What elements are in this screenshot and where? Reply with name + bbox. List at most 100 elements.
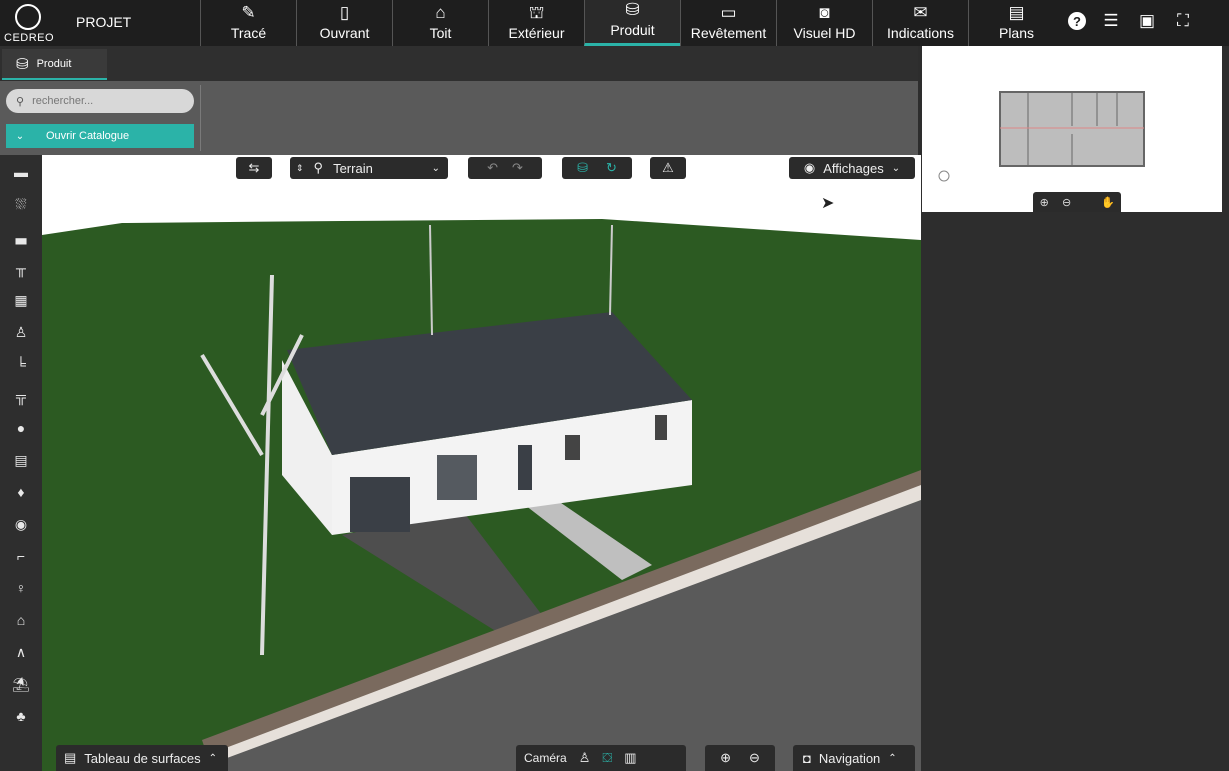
mouse-icon: ◘ [803, 750, 811, 766]
cedreo-logo[interactable]: CEDREO [4, 2, 55, 44]
3d-scene [42, 155, 921, 771]
tab-plans[interactable]: ▤ Plans [968, 0, 1064, 46]
zoom-in-icon[interactable]: ⊕ [1040, 196, 1049, 209]
toilet-icon[interactable]: ♙ [10, 321, 32, 343]
product-view-icon[interactable]: ⛁ [577, 160, 588, 176]
rotate-icon[interactable]: ↻ [606, 160, 617, 176]
office-icon[interactable]: ╦ [10, 385, 32, 407]
tab-label: Plans [998, 25, 1035, 41]
door-icon: ▯ [339, 3, 350, 22]
stairs-icon[interactable]: ⌐ [10, 545, 32, 567]
appliance-icon[interactable]: ▤ [10, 449, 32, 471]
pencil-icon: ✎ [241, 3, 256, 22]
character-icon[interactable]: ♀ [10, 577, 32, 599]
zoom-out-icon[interactable]: ⊖ [749, 750, 760, 766]
subtab-produit[interactable]: ⛁ Produit [2, 49, 107, 80]
tab-revetement[interactable]: ▭ Revêtement [680, 0, 776, 46]
3d-viewport[interactable]: ⇆ ⇕ ⚲ Terrain ⌄ ↶ ↷ ⛁ ↻ ⚠ ◉ Affichages ⌄… [42, 155, 921, 771]
elevation-view-icon[interactable]: ▥ [624, 750, 636, 766]
fullscreen-icon[interactable]: ⛶ [1172, 10, 1194, 32]
tab-label: Revêtement [690, 25, 767, 41]
product-icon: ⛁ [16, 55, 29, 73]
logo-text: CEDREO [4, 32, 55, 44]
search-icon: ⚲ [16, 95, 25, 108]
garden-furniture-icon[interactable]: ⛱ [10, 673, 32, 695]
chevron-down-icon: ⌄ [15, 130, 25, 142]
3d-view-icon[interactable]: ⛋ [602, 750, 612, 766]
paint-roller-icon: ▭ [720, 3, 737, 22]
zoom-in-icon[interactable]: ⊕ [720, 750, 731, 766]
subtab-label: Produit [36, 57, 72, 70]
storage-icon[interactable]: ▦ [10, 289, 32, 311]
chevron-down-icon: ⌄ [431, 162, 440, 174]
sport-icon[interactable]: ● [10, 417, 32, 439]
house-icon[interactable]: ⌂ [10, 609, 32, 631]
tab-trace[interactable]: ✎ Tracé [200, 0, 296, 46]
zoom-out-icon[interactable]: ⊖ [1062, 196, 1071, 209]
open-catalog-button[interactable]: ⌄ Ouvrir Catalogue [6, 124, 194, 148]
tab-label: Produit [610, 22, 655, 38]
chevron-up-icon: ⌃ [888, 752, 897, 764]
bed-icon[interactable]: ╘ [10, 353, 32, 375]
redo-icon[interactable]: ↷ [512, 160, 523, 176]
person-view-icon[interactable]: ♙ [579, 750, 591, 766]
undo-icon[interactable]: ↶ [487, 160, 498, 176]
plans-icon: ▤ [1008, 3, 1025, 22]
tab-label: Indications [887, 25, 954, 41]
tab-exterieur[interactable]: ⛫ Extérieur [488, 0, 584, 46]
divider [200, 85, 201, 151]
app-window: CEDREO PROJET ✎ Tracé ▯ Ouvrant ⌂ Toit ⛫… [0, 0, 1229, 771]
tab-indications[interactable]: ✉ Indications [872, 0, 968, 46]
open-catalog-label: Ouvrir Catalogue [46, 130, 130, 142]
tab-visuel-hd[interactable]: ◙ Visuel HD [776, 0, 872, 46]
search-input[interactable]: ⚲ rechercher... [6, 89, 194, 113]
decoration-icon[interactable]: ◉ [10, 513, 32, 535]
display-dropdown[interactable]: ◉ Affichages ⌄ [789, 157, 915, 179]
terrain-icon: ⚲ [313, 160, 324, 175]
mouse-cursor-icon: ➤ [821, 195, 835, 212]
tab-produit[interactable]: ⛁ Produit [584, 0, 680, 46]
tab-ouvrant[interactable]: ▯ Ouvrant [296, 0, 392, 46]
warning-icon: ⚠ [662, 160, 674, 175]
vegetation-icon[interactable]: ♣ [10, 705, 32, 727]
swap-view-button[interactable]: ⇆ [236, 157, 272, 179]
chevron-down-icon: ⌄ [891, 162, 901, 174]
tab-label: Toit [429, 25, 452, 41]
chevron-up-icon: ⌃ [208, 752, 218, 764]
living-room-icon[interactable]: ▃ [10, 225, 32, 247]
help-icon[interactable]: ? [1068, 12, 1086, 30]
top-bar: CEDREO PROJET ✎ Tracé ▯ Ouvrant ⌂ Toit ⛫… [0, 0, 1229, 46]
navigation-menu[interactable]: ◘ Navigation ⌃ [793, 745, 915, 771]
floor-plan-minimap[interactable]: ⊕ ⊖ ✋ [922, 46, 1222, 212]
bathroom-icon[interactable]: ⛆ [10, 193, 32, 215]
table-icon: ▤ [64, 750, 77, 765]
product-tools: ⛁ ↻ [562, 157, 632, 179]
camera-icon: ◙ [819, 3, 830, 22]
warning-button[interactable]: ⚠ [650, 157, 686, 179]
project-menu[interactable]: PROJET [76, 14, 131, 30]
level-value: Terrain [333, 160, 373, 176]
save-icon[interactable]: ▣ [1136, 10, 1158, 32]
camera-label: Caméra [524, 751, 567, 765]
zoom-tools: ⊕ ⊖ [705, 745, 775, 771]
kitchen-icon[interactable]: ▬ [10, 161, 32, 183]
tab-toit[interactable]: ⌂ Toit [392, 0, 488, 46]
category-sidebar: ▬ ⛆ ▃ ╥ ▦ ♙ ╘ ╦ ● ▤ ♦ ◉ ⌐ ♀ ⌂ ∧ ⛱ ♣ [0, 155, 42, 771]
lighting-icon[interactable]: ♦ [10, 481, 32, 503]
right-panel: ⊕ ⊖ ✋ [921, 46, 1229, 771]
dining-icon[interactable]: ╥ [10, 257, 32, 279]
exterior-icon: ⛫ [528, 3, 545, 22]
logo-emblem [15, 4, 41, 30]
tab-label: Extérieur [508, 25, 565, 41]
sub-bar: ⛁ Produit [0, 46, 918, 81]
roof-element-icon[interactable]: ∧ [10, 641, 32, 663]
display-label: Affichages [823, 160, 884, 176]
surfaces-table-button[interactable]: ▤ Tableau de surfaces ⌃ [56, 745, 228, 771]
swap-icon: ⇆ [248, 160, 260, 175]
floor-plan [938, 91, 1145, 182]
minimap-pan-button[interactable]: ✋ [1095, 192, 1121, 212]
level-select[interactable]: ⇕ ⚲ Terrain ⌄ [290, 157, 448, 179]
main-nav: ✎ Tracé ▯ Ouvrant ⌂ Toit ⛫ Extérieur ⛁ P… [200, 0, 1064, 46]
comment-icon[interactable]: ☰ [1100, 10, 1122, 32]
camera-tools: Caméra ♙ ⛋ ▥ [516, 745, 686, 771]
